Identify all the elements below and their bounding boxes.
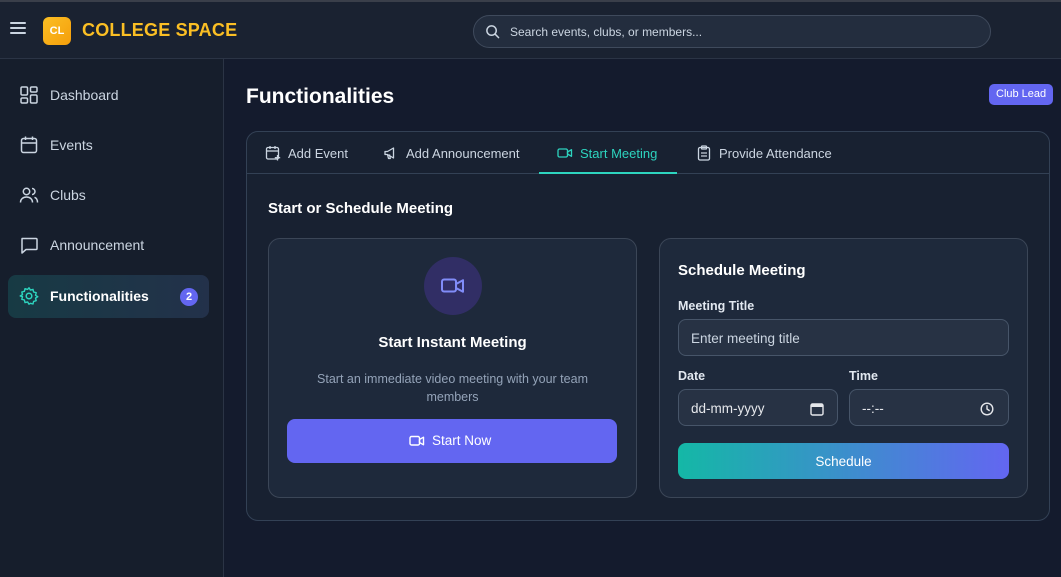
calendar-icon[interactable] — [810, 402, 824, 416]
top-bar: CL COLLEGE SPACE — [0, 0, 1061, 59]
sidebar-item-label: Events — [50, 137, 93, 153]
search-input[interactable] — [510, 16, 980, 47]
tab-bar: Add Event Add Announcement Start Meeting… — [247, 132, 1049, 174]
section-title: Start or Schedule Meeting — [268, 200, 454, 217]
video-icon — [441, 278, 464, 293]
date-label: Date — [678, 369, 706, 383]
tab-label: Start Meeting — [580, 146, 658, 161]
instant-meeting-title: Start Instant Meeting — [378, 334, 527, 351]
sidebar: Dashboard Events Clubs Announcement Func… — [0, 59, 224, 577]
meeting-title-input[interactable]: Enter meeting title — [678, 319, 1009, 356]
sidebar-item-label: Dashboard — [50, 87, 119, 103]
sidebar-item-functionalities[interactable]: Functionalities 2 — [8, 275, 209, 318]
video-icon — [557, 148, 573, 158]
page-title: Functionalities — [246, 85, 395, 108]
tab-label: Add Event — [288, 146, 348, 161]
instant-meeting-description: Start an immediate video meeting with yo… — [317, 372, 588, 404]
instant-meeting-card: Start Instant Meeting Start an immediate… — [268, 238, 637, 498]
time-label: Time — [849, 369, 878, 383]
schedule-meeting-title: Schedule Meeting — [678, 262, 806, 279]
clipboard-icon — [697, 145, 711, 161]
functionalities-panel: Add Event Add Announcement Start Meeting… — [246, 131, 1050, 521]
app-name: COLLEGE SPACE — [82, 20, 238, 40]
meeting-title-placeholder: Enter meeting title — [691, 331, 800, 346]
time-input[interactable]: --:-- — [849, 389, 1009, 426]
sidebar-item-label: Announcement — [50, 237, 145, 253]
calendar-plus-icon — [265, 146, 281, 161]
search-bar[interactable] — [473, 15, 991, 48]
gear-icon — [19, 287, 39, 305]
sidebar-item-announcement[interactable]: Announcement — [8, 224, 209, 267]
tab-label: Provide Attendance — [719, 146, 832, 161]
date-input[interactable]: dd-mm-yyyy — [678, 389, 838, 426]
active-tab-indicator — [539, 172, 677, 174]
date-value: dd-mm-yyyy — [691, 401, 765, 416]
start-now-label: Start Now — [432, 433, 492, 448]
meeting-title-label: Meeting Title — [678, 299, 755, 313]
schedule-label: Schedule — [815, 454, 872, 469]
sidebar-item-label: Clubs — [50, 187, 86, 203]
sidebar-item-events[interactable]: Events — [8, 124, 209, 167]
time-value: --:-- — [862, 401, 884, 416]
clock-icon[interactable] — [980, 402, 994, 416]
notification-badge: 2 — [180, 288, 198, 306]
calendar-icon — [20, 136, 38, 154]
start-now-button[interactable]: Start Now — [287, 419, 617, 463]
sidebar-item-dashboard[interactable]: Dashboard — [8, 74, 209, 117]
video-icon-circle — [424, 257, 482, 315]
app-logo: CL — [43, 17, 71, 45]
search-icon — [486, 25, 500, 39]
sidebar-item-clubs[interactable]: Clubs — [8, 174, 209, 217]
role-badge: Club Lead — [989, 84, 1054, 105]
menu-icon[interactable] — [10, 22, 26, 36]
megaphone-icon — [384, 147, 395, 160]
schedule-meeting-card: Schedule Meeting Meeting Title Enter mee… — [659, 238, 1028, 498]
main-content: Functionalities Club Lead Add Event Add … — [225, 59, 1061, 577]
message-icon — [21, 237, 38, 254]
users-icon — [19, 187, 39, 203]
sidebar-item-label: Functionalities — [50, 288, 149, 304]
tab-label: Add Announcement — [406, 146, 520, 161]
schedule-button[interactable]: Schedule — [678, 443, 1009, 479]
video-icon — [409, 435, 425, 446]
dashboard-icon — [20, 86, 38, 104]
